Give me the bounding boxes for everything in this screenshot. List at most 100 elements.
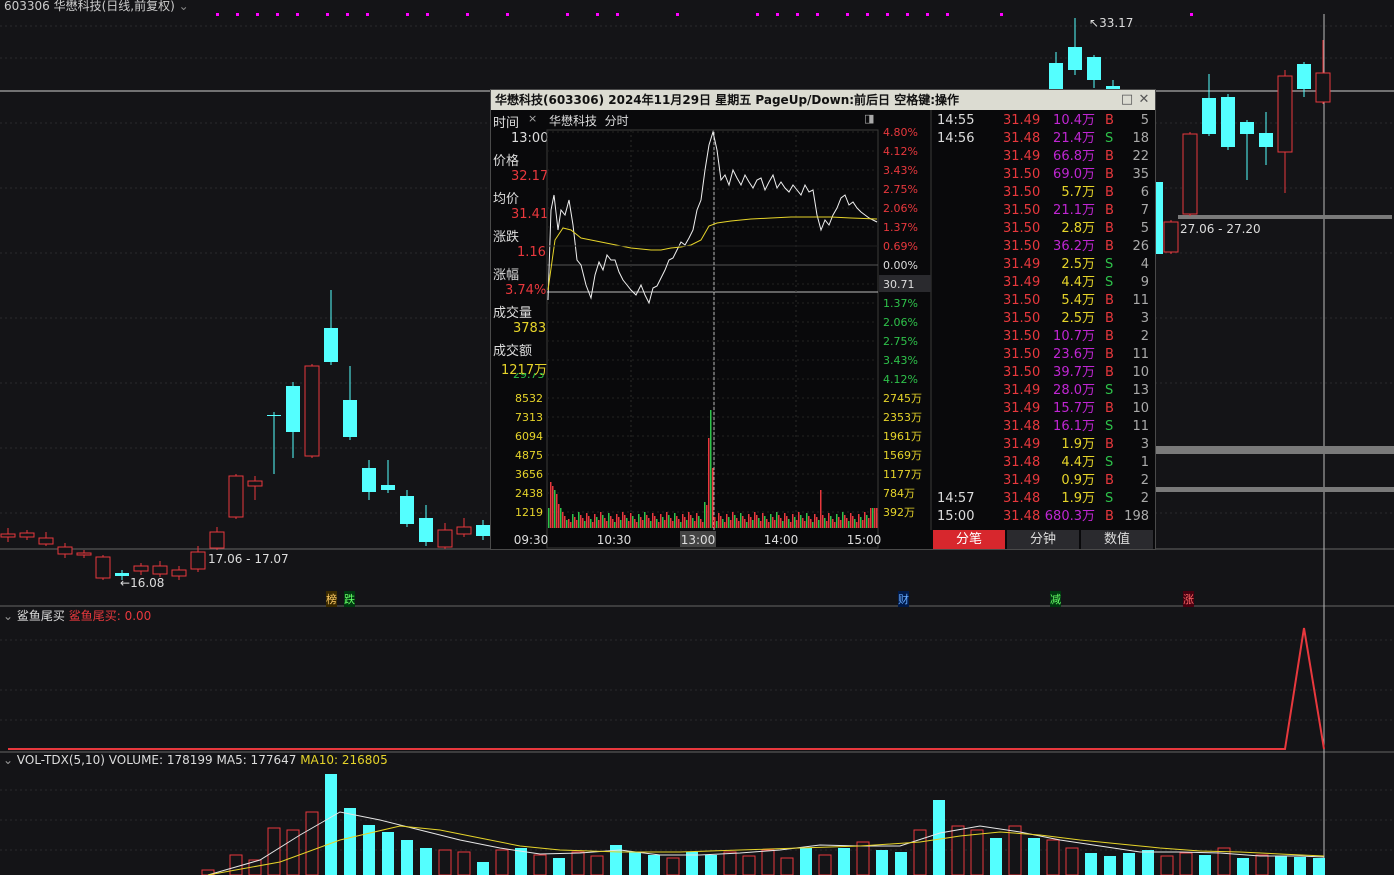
tick-row[interactable]: 14:57 31.48 1.9万 S 2 [933,490,1155,508]
tick-row[interactable]: 31.50 36.2万 B 26 [933,238,1155,256]
tick-count: 11 [1132,293,1149,308]
volume-bar [325,774,337,875]
volume-bar [876,850,888,875]
volume-bar [229,854,243,875]
popup-volume-bar [652,513,654,528]
signal-dot [756,13,759,16]
collapse-icon[interactable]: ⌄ [3,753,13,767]
popup-volume-bar [722,519,724,528]
tick-row[interactable]: 31.50 69.0万 B 35 [933,166,1155,184]
tick-row[interactable]: 31.49 28.0万 S 13 [933,382,1155,400]
tick-row[interactable]: 31.49 4.4万 S 9 [933,274,1155,292]
popup-volume-bar [840,520,842,528]
tag-die[interactable]: 跌 [344,591,355,607]
tick-row[interactable]: 31.50 5.7万 B 6 [933,184,1155,202]
volume-bar [420,848,432,875]
tick-row[interactable]: 31.49 1.9万 B 3 [933,436,1155,454]
candle-body [324,328,338,362]
popup-volume-bar [678,519,680,528]
popup-volume-bar [624,515,626,528]
tick-side: B [1105,347,1114,362]
dropdown-icon[interactable]: ⌄ [179,0,189,13]
tick-side: S [1105,257,1114,272]
volume-bar [401,840,413,875]
tab-shuzhi[interactable]: 数值 [1081,530,1153,549]
tick-row[interactable]: 14:56 31.48 21.4万 S 18 [933,130,1155,148]
scroll-bar [1154,446,1394,454]
popup-volume-bar [792,514,794,528]
time-axis-label: 09:30 [514,533,549,547]
candle-body [76,552,92,556]
candle-body [1049,63,1063,91]
tag-bang[interactable]: 榜 [326,591,337,607]
volume-bar [723,851,737,875]
amount-axis-label: 1569万 [883,449,922,462]
tick-row[interactable]: 31.49 2.5万 S 4 [933,256,1155,274]
tick-time: 14:55 [937,113,975,128]
tick-row[interactable]: 31.50 23.6万 B 11 [933,346,1155,364]
collapse-icon[interactable]: ⌄ [3,609,13,623]
popup-volume-bar [700,519,702,528]
tick-price: 31.49 [1003,257,1041,272]
popup-volume-bar [670,518,672,528]
tick-side: S [1105,131,1114,146]
volume-bar [495,849,509,875]
tick-row[interactable]: 14:55 31.49 10.4万 B 5 [933,112,1155,130]
volume-bar [382,832,394,875]
tab-fenzhong[interactable]: 分钟 [1007,530,1079,549]
tick-row[interactable]: 31.50 39.7万 B 10 [933,364,1155,382]
tick-row[interactable]: 15:00 31.48 680.3万 B 198 [933,508,1155,526]
popup-volume-bar [736,518,738,528]
tick-side: B [1105,437,1114,452]
volume-axis-label: 1219 [515,506,543,519]
signal-dot [776,13,779,16]
candle-body [228,475,244,518]
candle-body [419,518,433,542]
popup-volume-bar [758,518,760,528]
signal-dot [926,13,929,16]
signal-dot [676,13,679,16]
volume-bar [1255,854,1269,875]
tick-row[interactable]: 31.50 5.4万 B 11 [933,292,1155,310]
tick-row[interactable]: 31.48 16.1万 S 11 [933,418,1155,436]
tick-side: B [1105,365,1114,380]
tick-count: 5 [1140,221,1149,236]
volume-bar [705,855,717,875]
tick-price: 31.48 [1003,131,1041,146]
intraday-popup[interactable]: 华懋科技(603306) 2024年11月29日 星期五 PageUp/Down… [490,89,1156,550]
tick-row[interactable]: 31.50 10.7万 B 2 [933,328,1155,346]
tick-row[interactable]: 31.50 2.5万 B 3 [933,310,1155,328]
tick-row[interactable]: 31.49 15.7万 B 10 [933,400,1155,418]
popup-volume-bar [738,521,740,528]
tick-row[interactable]: 31.48 4.4万 S 1 [933,454,1155,472]
tick-row[interactable]: 31.49 0.9万 B 2 [933,472,1155,490]
tick-count: 6 [1140,185,1149,200]
volume-axis-label: 3656 [515,468,543,481]
popup-volume-bar [674,513,676,528]
popup-volume-bar [638,514,640,528]
popup-volume-bar [756,515,758,528]
tab-fenbi[interactable]: 分笔 [933,530,1005,549]
popup-volume-bar [718,513,720,528]
volume-bar [1028,838,1040,875]
volume-bar [838,848,850,875]
tick-row[interactable]: 31.50 21.1万 B 7 [933,202,1155,220]
popup-volume-bar [620,520,622,528]
volume-bar [1123,853,1135,875]
tag-zhang[interactable]: 涨 [1183,591,1194,607]
signal-dot [506,13,509,16]
popup-volume-bar [596,517,598,528]
tick-price: 31.50 [1003,221,1041,236]
popup-volume-bar [874,508,876,528]
tick-row[interactable]: 31.49 66.8万 B 22 [933,148,1155,166]
popup-volume-bar [650,521,652,528]
popup-volume-bar [568,519,570,528]
tick-row[interactable]: 31.50 2.8万 B 5 [933,220,1155,238]
tick-price: 31.48 [1003,491,1041,506]
tag-jian[interactable]: 减 [1050,591,1061,607]
tick-volume: 36.2万 [1053,239,1095,254]
tick-side: B [1105,509,1114,524]
tag-cai[interactable]: 财 [898,591,909,607]
popup-volume-bar [872,508,874,528]
popup-volume-bar [598,520,600,528]
